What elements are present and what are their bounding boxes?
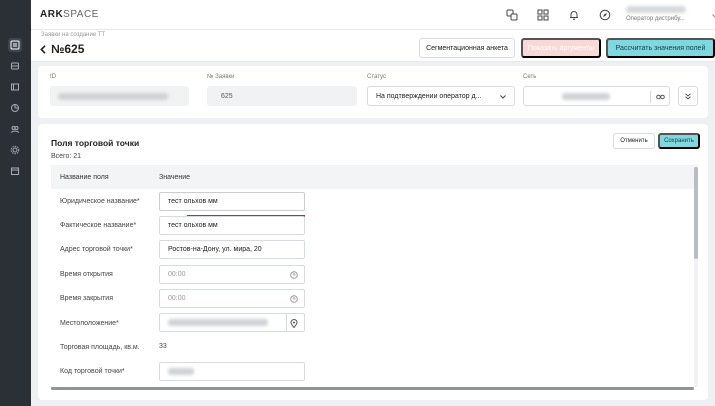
left-sidebar: [0, 0, 31, 406]
scrollbar-thumb[interactable]: [694, 167, 698, 259]
divider: [286, 314, 287, 332]
id-field: [50, 86, 189, 106]
horizontal-scrollbar[interactable]: [51, 387, 694, 390]
id-label: ID: [50, 74, 56, 80]
id-value-redacted: [58, 92, 168, 100]
top-bar: ARKSPACE Оператор дистрибу...: [31, 0, 715, 30]
pie-icon[interactable]: [8, 101, 22, 115]
user-role: Оператор дистрибу...: [626, 16, 685, 22]
table-row: Фактическое название* тест ольхов мм: [51, 213, 697, 237]
calendar-icon[interactable]: [8, 164, 22, 178]
location-input[interactable]: [159, 313, 305, 333]
field-label: Местоположение*: [60, 319, 119, 327]
legal-name-input[interactable]: тест ольхов мм: [159, 191, 305, 211]
network-label: Сеть: [523, 74, 537, 80]
settings-icon[interactable]: [8, 143, 22, 157]
save-button[interactable]: Сохранить: [658, 133, 700, 149]
map-pin-icon[interactable]: [289, 318, 299, 328]
compass-icon[interactable]: [598, 8, 612, 22]
status-value: На подтверждении оператор д...: [376, 92, 482, 100]
chevron-down-icon: [500, 95, 506, 99]
vertical-scrollbar[interactable]: [694, 165, 698, 387]
database-icon[interactable]: [8, 59, 22, 73]
network-expand-button[interactable]: [678, 86, 698, 106]
table-row: Время открытия 00:00: [51, 262, 697, 286]
card-icon[interactable]: [8, 80, 22, 94]
translate-icon[interactable]: [505, 8, 519, 22]
table-row: Адрес торговой точки* Ростов-на-Дону, ул…: [51, 238, 697, 262]
request-number-label: № Заявки: [207, 74, 235, 80]
open-time-placeholder: 00:00: [168, 270, 186, 278]
close-time-placeholder: 00:00: [168, 295, 186, 303]
link-icon[interactable]: [656, 93, 665, 101]
requests-icon[interactable]: [8, 38, 22, 52]
location-value-redacted: [168, 319, 268, 327]
store-code-redacted: [168, 368, 194, 376]
apps-grid-icon[interactable]: [536, 8, 550, 22]
request-number-field: 625: [207, 86, 357, 106]
breadcrumb[interactable]: Заявки на создание ТТ: [41, 32, 105, 38]
status-select[interactable]: На подтверждении оператор д...: [367, 86, 515, 106]
app-logo[interactable]: ARKSPACE: [40, 9, 99, 20]
column-header-value: Значение: [159, 173, 191, 181]
table-row: Время закрытия 00:00: [51, 287, 697, 311]
table-row: Торговая площадь, кв.м. 33: [51, 335, 697, 359]
field-label: Юридическое название*: [60, 197, 140, 205]
table-header: Название поля Значение: [51, 165, 697, 189]
chevron-left-icon: [40, 44, 46, 54]
field-label: Адрес торговой точки*: [60, 246, 133, 254]
back-link[interactable]: №625: [40, 42, 84, 56]
users-icon[interactable]: [8, 122, 22, 136]
table-row: Код торговой точки*: [51, 360, 697, 384]
open-time-input[interactable]: 00:00: [159, 264, 305, 284]
divider: [650, 91, 651, 103]
area-value: 33: [159, 343, 167, 351]
calculate-fields-button[interactable]: Рассчитать значения полей: [606, 38, 715, 58]
cancel-button[interactable]: Отменить: [613, 133, 655, 149]
store-code-input[interactable]: [159, 362, 305, 382]
bell-icon[interactable]: [567, 8, 581, 22]
fields-table: Название поля Значение Юридическое назва…: [51, 165, 697, 384]
page-title: №625: [51, 42, 85, 56]
field-label: Фактическое название*: [60, 222, 137, 230]
column-header-name: Название поля: [60, 173, 109, 181]
section-title: Поля торговой точки: [51, 138, 140, 148]
total-count: Всего: 21: [51, 153, 82, 160]
store-fields-panel: Поля торговой точки Всего: 21 Отменить С…: [38, 124, 708, 400]
table-row: Юридическое название* тест ольхов мм: [51, 189, 697, 218]
field-label: Торговая площадь, кв.м.: [60, 344, 140, 352]
user-menu[interactable]: Оператор дистрибу...: [626, 6, 715, 22]
address-input[interactable]: Ростов-на-Дону, ул. мира, 20: [159, 240, 305, 260]
close-time-input[interactable]: 00:00: [159, 289, 305, 309]
network-value-redacted: [562, 92, 610, 100]
request-number-value: 625: [221, 92, 233, 100]
table-row: Местоположение*: [51, 311, 697, 335]
clock-icon[interactable]: [289, 270, 299, 280]
network-field[interactable]: [523, 86, 670, 106]
chevrons-icon: [685, 92, 691, 100]
field-label: Код торговой точки*: [60, 368, 125, 376]
user-name-redacted: [626, 6, 686, 13]
page-header: Заявки на создание ТТ №625 Сегментационн…: [31, 30, 715, 62]
actual-name-input[interactable]: тест ольхов мм: [159, 215, 305, 235]
field-label: Время закрытия: [60, 295, 113, 303]
show-arguments-button: Показать аргументы: [521, 38, 601, 58]
clock-icon[interactable]: [289, 294, 299, 304]
request-info-panel: ID № Заявки 625 Статус На подтверждении …: [38, 66, 708, 118]
segment-survey-button[interactable]: Сегментационная анкета: [419, 38, 515, 58]
status-label: Статус: [367, 74, 386, 80]
field-label: Время открытия: [60, 270, 113, 278]
